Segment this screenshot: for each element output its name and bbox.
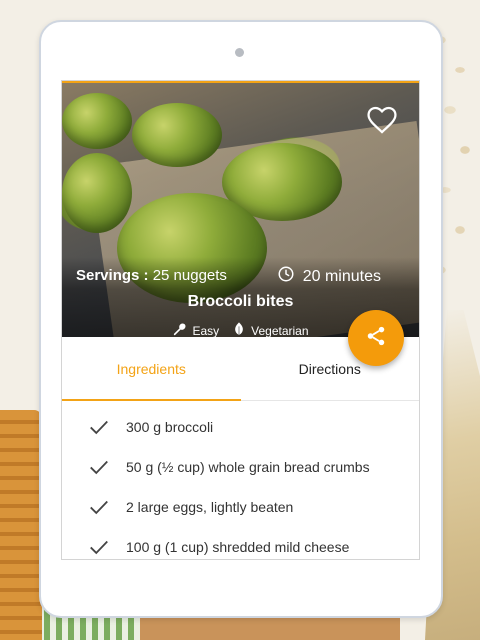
cook-time-value: 20 minutes <box>302 267 381 285</box>
servings-label: Servings : <box>76 267 149 284</box>
share-button[interactable] <box>348 310 404 366</box>
ingredient-text: 100 g (1 cup) shredded mild cheese <box>126 539 350 555</box>
tag-diet-label: Vegetarian <box>251 323 309 338</box>
tab-ingredients[interactable]: Ingredients <box>62 337 241 400</box>
nugget-image <box>132 103 222 167</box>
tag-diet: Vegetarian <box>231 321 309 338</box>
check-icon <box>90 460 108 475</box>
ingredients-list: 300 g broccoli 50 g (½ cup) whole grain … <box>62 401 419 559</box>
ingredient-text: 2 large eggs, lightly beaten <box>126 499 294 515</box>
heart-outline-icon[interactable] <box>365 103 399 137</box>
list-item: 2 large eggs, lightly beaten <box>62 487 419 527</box>
list-item: 100 g (1 cup) shredded mild cheese <box>62 527 419 559</box>
leaf-icon <box>231 321 247 337</box>
tab-active-indicator <box>62 399 241 401</box>
clock-icon <box>277 265 295 288</box>
list-item: 300 g broccoli <box>62 407 419 447</box>
servings-value: 25 nuggets <box>152 267 227 284</box>
tablet-camera <box>235 48 244 57</box>
servings-info: Servings : 25 nuggets <box>76 267 227 284</box>
recipe-title: Broccoli bites <box>187 293 294 310</box>
check-icon <box>90 500 108 515</box>
cook-time: 20 minutes <box>277 265 381 288</box>
nugget-image <box>62 93 132 149</box>
recipe-hero-image: Servings : 25 nuggets 20 minutes Broccol… <box>62 83 419 337</box>
check-icon <box>90 420 108 435</box>
ingredient-text: 50 g (½ cup) whole grain bread crumbs <box>126 459 370 475</box>
nugget-image <box>62 153 132 233</box>
share-icon <box>365 325 387 352</box>
ingredient-text: 300 g broccoli <box>126 419 214 435</box>
tag-difficulty: Easy <box>172 321 219 337</box>
check-icon <box>90 540 108 555</box>
tag-difficulty-label: Easy <box>192 323 220 338</box>
spoon-icon <box>172 321 188 337</box>
list-item: 50 g (½ cup) whole grain bread crumbs <box>62 447 419 487</box>
background-honey-dipper <box>0 410 42 640</box>
